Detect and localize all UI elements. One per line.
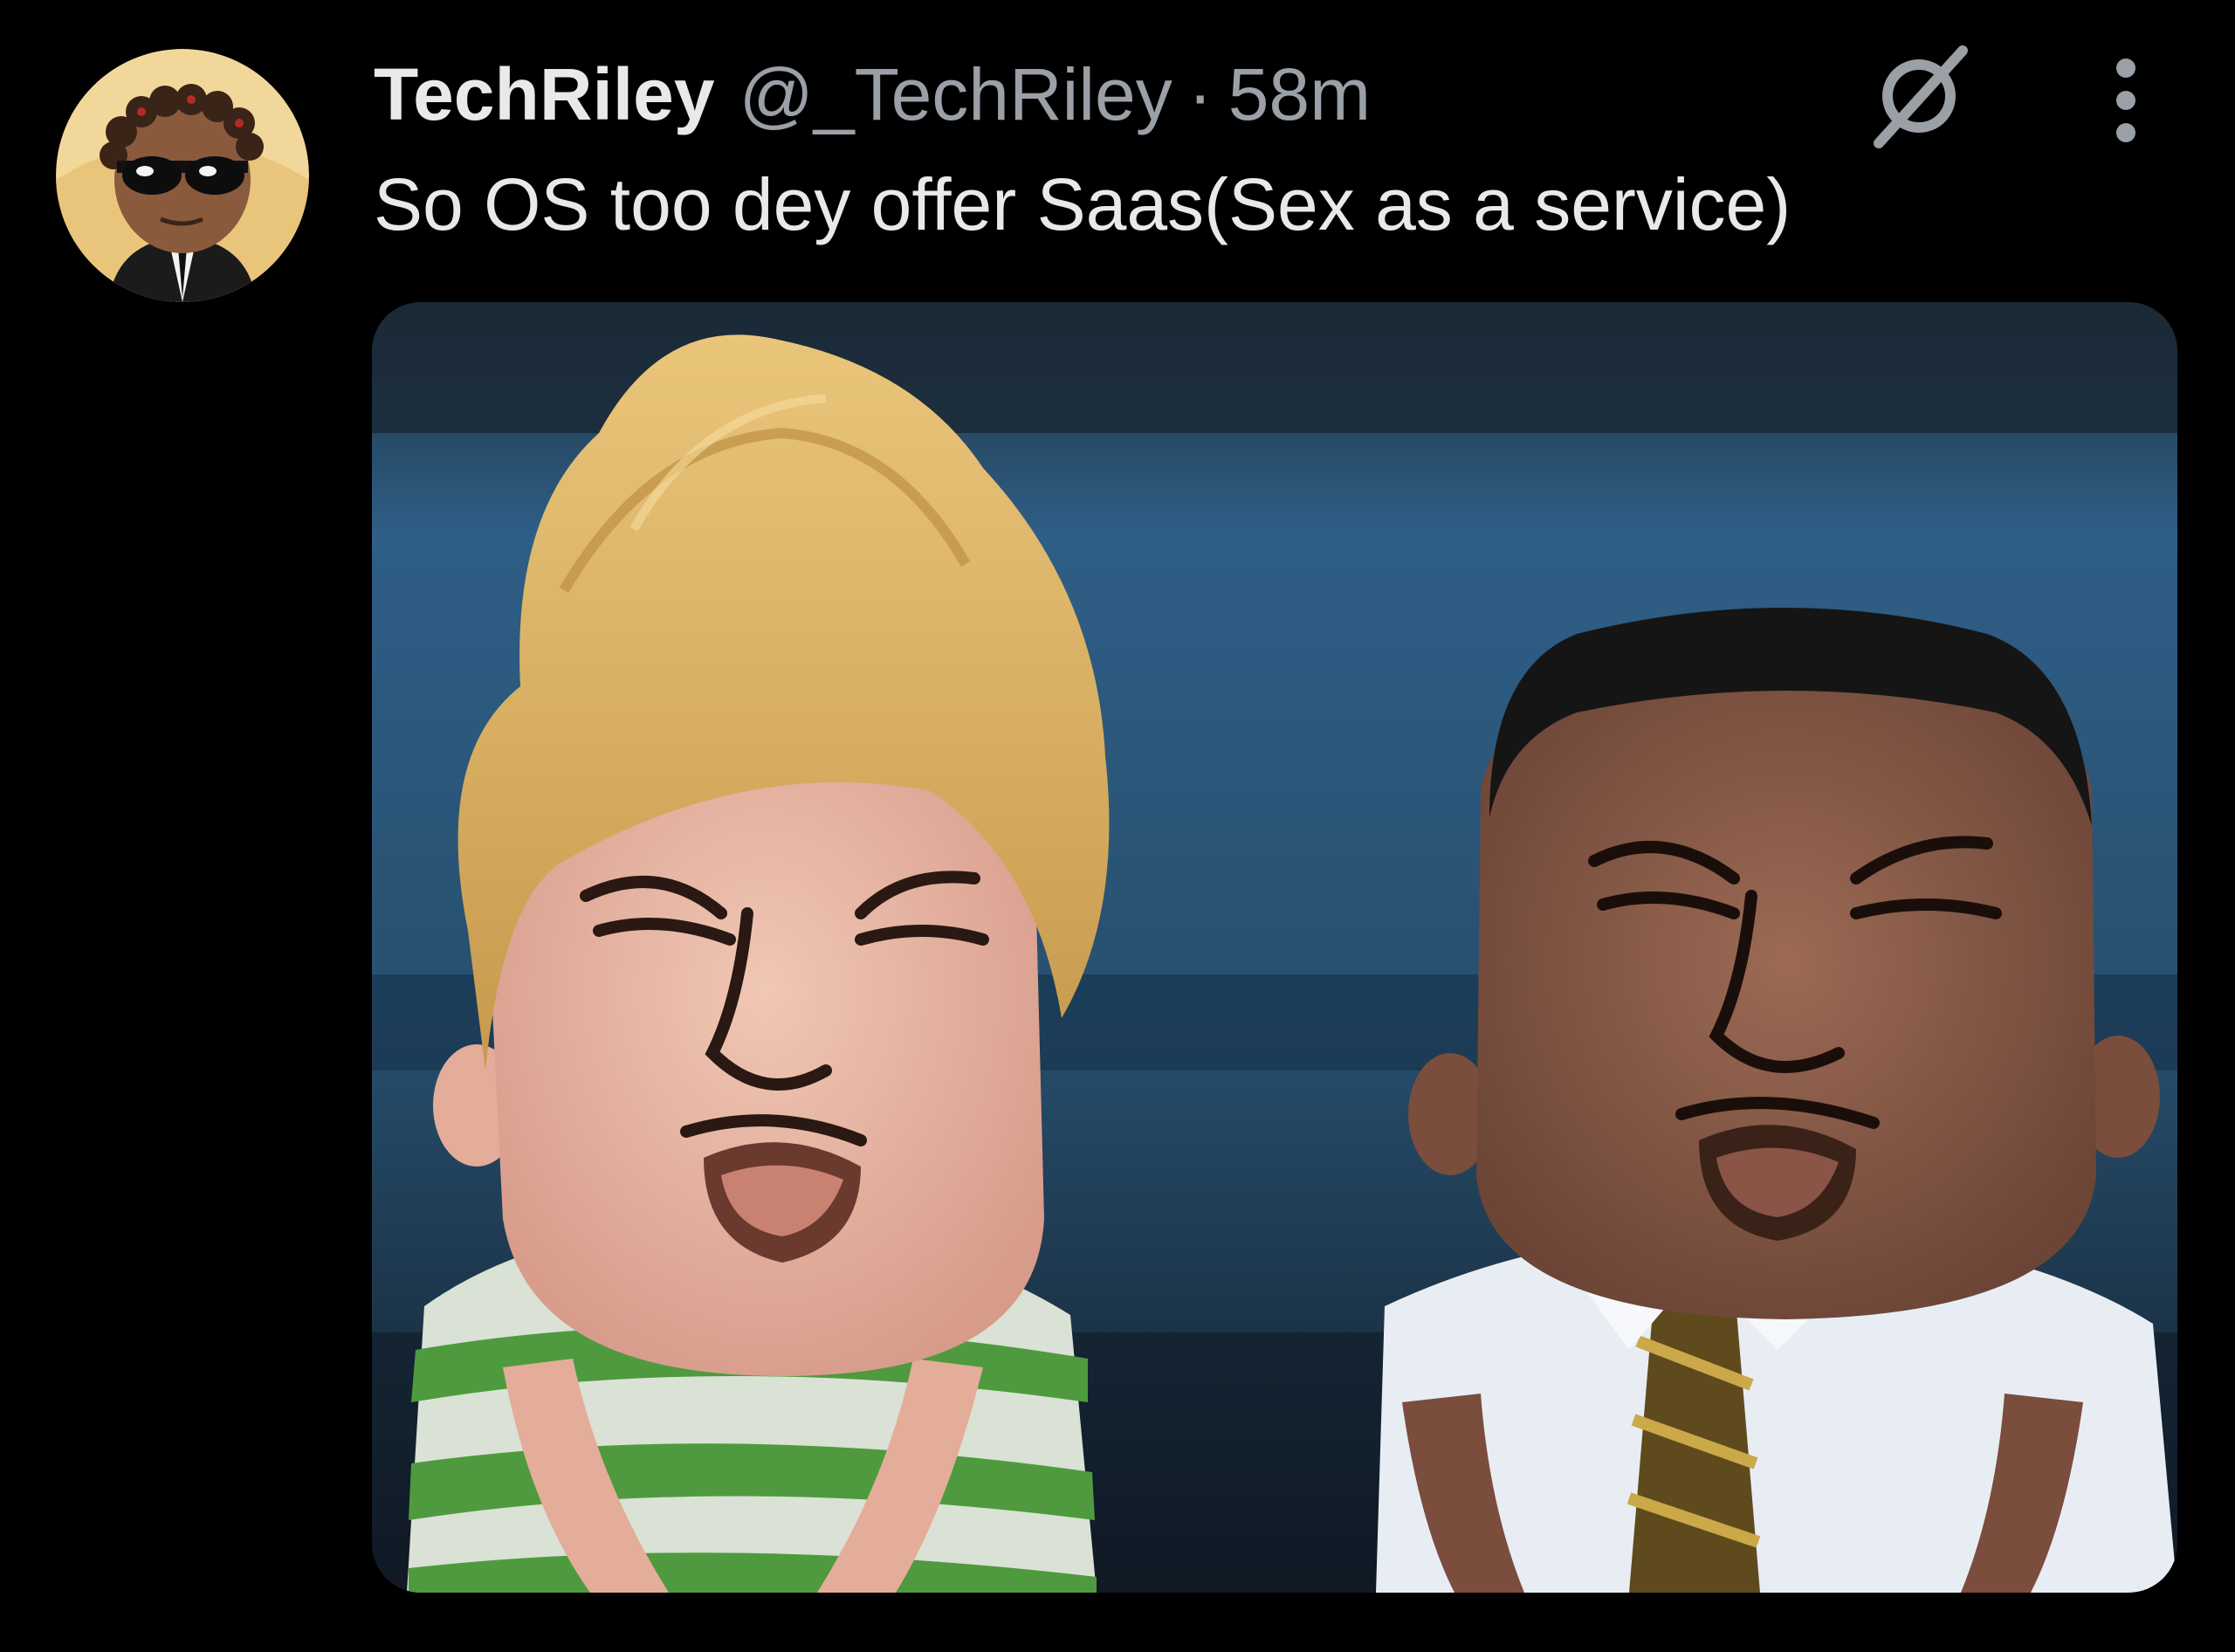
author-handle[interactable]: @_TechRiley: [739, 52, 1173, 137]
tweet[interactable]: TechRiley @_TechRiley · 58m So OS too de…: [0, 0, 2235, 1652]
avatar[interactable]: [56, 49, 309, 302]
tweet-header: TechRiley @_TechRiley · 58m: [374, 42, 1371, 147]
timestamp[interactable]: 58m: [1228, 52, 1371, 137]
grok-icon[interactable]: [1860, 33, 1982, 155]
tweet-media-image[interactable]: [372, 302, 2177, 1593]
separator-dot: ·: [1187, 52, 1213, 135]
tweet-text: So OS too dey offer Saas(Sex as a servic…: [374, 163, 1791, 245]
meme-image: [372, 302, 2177, 1593]
avatar-image: [56, 49, 309, 302]
author-display-name[interactable]: TechRiley: [374, 52, 715, 137]
more-options-icon[interactable]: [2095, 52, 2156, 148]
